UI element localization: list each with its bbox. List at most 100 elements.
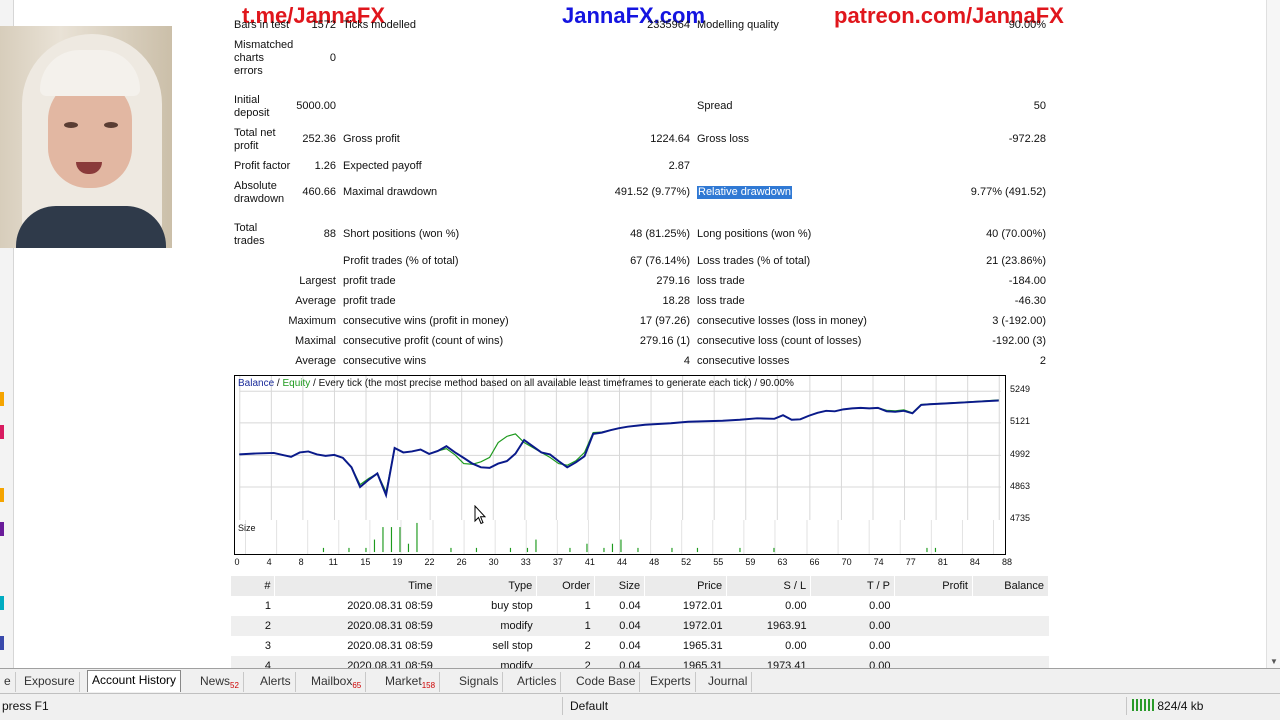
maximum-label: Maximum (288, 315, 336, 327)
relative-drawdown-label[interactable]: Relative drawdown (697, 186, 792, 199)
cell-sl: 0.00 (785, 640, 807, 652)
tab-exposure[interactable]: Exposure (20, 672, 80, 692)
col-price-header[interactable]: Price (644, 576, 728, 596)
average-profit-label: profit trade (343, 295, 396, 307)
x-tick-label: 81 (937, 557, 948, 567)
chart-title: Balance / Equity / Every tick (the most … (238, 378, 794, 389)
expected-payoff-value: 2.87 (668, 160, 690, 172)
cell-balance (972, 636, 1048, 656)
trades-header-row: # Time Type Order Size Price S / L T / P… (231, 576, 1050, 596)
profit-factor-label: Profit factor (234, 160, 291, 172)
tab-experts[interactable]: Experts (646, 672, 696, 692)
tab-articles[interactable]: Articles (513, 672, 562, 692)
long-positions-value: 40 (70.00%) (986, 228, 1046, 240)
max-cons-wins-value: 17 (97.26) (639, 315, 690, 327)
col-type-header[interactable]: Type (436, 576, 538, 596)
vertical-scrollbar[interactable]: ▼ (1266, 0, 1280, 668)
connection-bars-icon (1132, 699, 1154, 711)
mailbox-badge: 65 (352, 681, 362, 690)
gross-loss-label: Gross loss (697, 133, 749, 145)
status-help: press F1 (2, 699, 49, 713)
col-profit-header[interactable]: Profit (894, 576, 973, 596)
col-sl-header[interactable]: S / L (726, 576, 812, 596)
largest-profit-value: 279.16 (656, 275, 690, 287)
average-loss-value: -46.30 (1014, 295, 1046, 307)
table-row[interactable]: 1 2020.08.31 08:59 buy stop 1 0.04 1972.01 0.0… (231, 596, 1049, 616)
y-tick-label: 5249 (1010, 384, 1031, 394)
total-net-profit-label: Total net (234, 127, 276, 139)
x-tick-label: 70 (841, 557, 852, 567)
profit-trades-label: Profit trades (% of total) (343, 255, 459, 267)
short-positions-value: 48 (81.25%) (630, 228, 690, 240)
cell-sl: 1963.91 (726, 616, 811, 636)
gross-profit-value: 1224.64 (650, 133, 690, 145)
tab-news[interactable]: News52 (196, 672, 244, 692)
avg-cons-losses-label: consecutive losses (697, 355, 790, 367)
col-order-header[interactable]: Order (536, 576, 596, 596)
mismatched-label: charts (234, 52, 264, 64)
average-loss-label: loss trade (697, 295, 745, 307)
webcam-overlay (0, 26, 172, 248)
tab-signals[interactable]: Signals (455, 672, 504, 692)
tab-mailbox[interactable]: Mailbox65 (307, 672, 367, 692)
cell-tp: 0.00 (869, 600, 891, 612)
tab-journal[interactable]: Journal (704, 672, 753, 692)
largest-loss-label: loss trade (697, 275, 745, 287)
orange-marker-icon (0, 488, 4, 502)
tab-market[interactable]: Market158 (381, 672, 441, 692)
col-number-header[interactable]: # (231, 576, 276, 596)
size-chart-title: Size (238, 523, 256, 533)
x-tick-label: 52 (681, 557, 692, 567)
cell-number: 3 (264, 640, 271, 652)
col-time-header[interactable]: Time (274, 576, 438, 596)
cell-size: 0.04 (619, 600, 641, 612)
initial-deposit-label: Initial (234, 94, 260, 106)
x-tick-label: 4 (266, 557, 272, 567)
bars-in-test-label: Bars in test (234, 19, 290, 31)
col-balance-header[interactable]: Balance (972, 576, 1050, 596)
table-row[interactable]: 2 2020.08.31 08:59 modify 1 0.04 1972.01 1963.… (231, 616, 1049, 636)
size-chart (234, 520, 1006, 555)
cell-profit (894, 616, 973, 636)
col-tp-header[interactable]: T / P (810, 576, 896, 596)
cell-time: 2020.08.31 08:59 (347, 600, 433, 612)
scroll-down-icon[interactable]: ▼ (1270, 657, 1278, 666)
cell-order: 2 (584, 640, 591, 652)
x-tick-label: 8 (298, 557, 304, 567)
long-positions-label: Long positions (won %) (697, 228, 812, 240)
tab-account-history[interactable]: Account History (87, 670, 182, 692)
app-root: t.me/JannaFX JannaFX.com patreon.com/Jan… (0, 0, 1280, 720)
status-divider (1126, 697, 1127, 715)
ticks-modelled-value: 2335964 (647, 19, 690, 31)
status-divider (562, 697, 563, 715)
x-tick-label: 26 (456, 557, 467, 567)
max-cons-wins-label: consecutive wins (profit in money) (343, 315, 509, 327)
absolute-drawdown-label: Absolute (234, 180, 277, 192)
tab-code-base[interactable]: Code Base (572, 672, 641, 692)
total-trades-label: trades (234, 235, 265, 247)
cell-type: buy stop (491, 600, 533, 612)
cell-type: modify (436, 616, 537, 636)
average-cons-label: Average (295, 355, 336, 367)
average-label: Average (295, 295, 336, 307)
maximal-cons-profit-label: consecutive profit (count of wins) (343, 335, 504, 347)
chart-grid (239, 376, 1001, 520)
short-positions-label: Short positions (won %) (343, 228, 460, 240)
table-row[interactable]: 3 2020.08.31 08:59 sell stop 2 0.04 1965.31 0.… (231, 636, 1049, 656)
tab-trade[interactable]: e (0, 672, 16, 692)
col-size-header[interactable]: Size (594, 576, 646, 596)
largest-loss-value: -184.00 (1008, 275, 1046, 287)
cell-size: 0.04 (619, 640, 641, 652)
total-trades-value: 88 (323, 228, 336, 240)
avg-cons-losses-value: 2 (1039, 355, 1046, 367)
cell-order: 1 (584, 600, 591, 612)
mismatched-label: errors (234, 65, 263, 77)
mismatched-value: 0 (329, 52, 336, 64)
x-tick-label: 0 (234, 557, 240, 567)
tab-alerts[interactable]: Alerts (256, 672, 296, 692)
x-tick-label: 22 (424, 557, 435, 567)
x-tick-label: 44 (616, 557, 627, 567)
x-tick-label: 19 (392, 557, 403, 567)
expected-payoff-label: Expected payoff (343, 160, 422, 172)
gross-loss-value: -972.28 (1008, 133, 1046, 145)
